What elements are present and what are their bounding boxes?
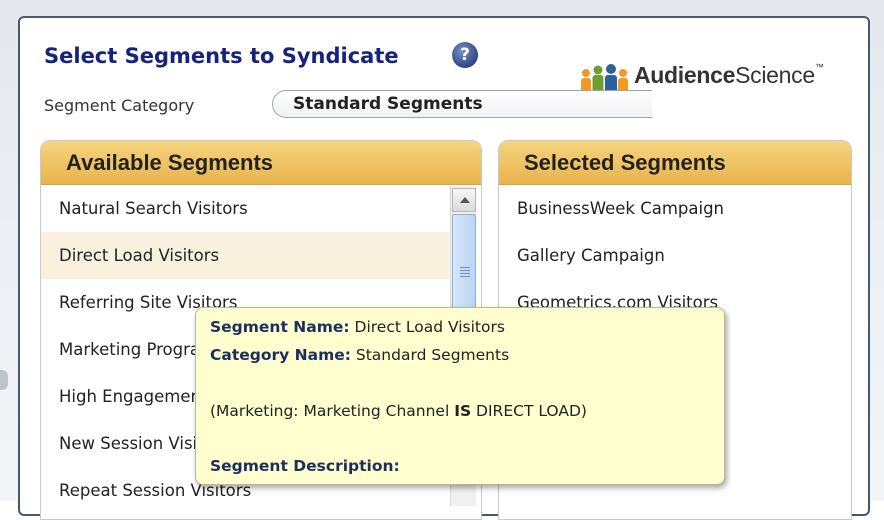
- available-segments-header: Available Segments: [41, 141, 481, 185]
- tooltip-rule: (Marketing: Marketing Channel IS DIRECT …: [210, 402, 587, 420]
- segment-tooltip: Segment Name: Direct Load Visitors Categ…: [195, 307, 725, 485]
- selected-segment-item[interactable]: BusinessWeek Campaign: [499, 185, 851, 232]
- tooltip-description: Segment Description:: [210, 457, 400, 475]
- logo-bold-text: Audience: [634, 62, 736, 88]
- selected-segment-item[interactable]: Gallery Campaign: [499, 232, 851, 279]
- logo-regular-text: Science: [735, 62, 815, 88]
- window-edge-handle: [0, 370, 8, 390]
- available-segment-item-highlighted[interactable]: Direct Load Visitors: [41, 232, 449, 279]
- available-segment-item[interactable]: Natural Search Visitors: [41, 185, 449, 232]
- segment-category-label: Segment Category: [44, 96, 195, 115]
- tooltip-segment-name: Segment Name: Direct Load Visitors: [210, 318, 505, 336]
- scroll-up-arrow-icon[interactable]: [452, 188, 476, 212]
- tooltip-category-name: Category Name: Standard Segments: [210, 346, 509, 364]
- grip-icon: [460, 267, 470, 279]
- logo-trademark: ™: [814, 62, 824, 72]
- tooltip-rule-operator: IS: [454, 402, 472, 420]
- tooltip-category-name-value: Standard Segments: [355, 346, 510, 364]
- segment-category-select[interactable]: Standard Segments: [272, 90, 652, 118]
- tooltip-segment-name-value: Direct Load Visitors: [354, 318, 505, 336]
- tooltip-category-name-label: Category Name:: [210, 346, 351, 364]
- selected-segments-header: Selected Segments: [499, 141, 851, 185]
- tooltip-description-label: Segment Description:: [210, 457, 400, 475]
- logo-wordmark: AudienceScience™: [634, 62, 824, 89]
- tooltip-rule-suffix: DIRECT LOAD): [471, 402, 587, 420]
- dialog-title: Select Segments to Syndicate: [44, 44, 399, 68]
- help-icon[interactable]: ?: [452, 42, 478, 68]
- tooltip-rule-prefix: (Marketing: Marketing Channel: [210, 402, 455, 420]
- segment-category-value: Standard Segments: [293, 94, 483, 114]
- tooltip-segment-name-label: Segment Name:: [210, 318, 350, 336]
